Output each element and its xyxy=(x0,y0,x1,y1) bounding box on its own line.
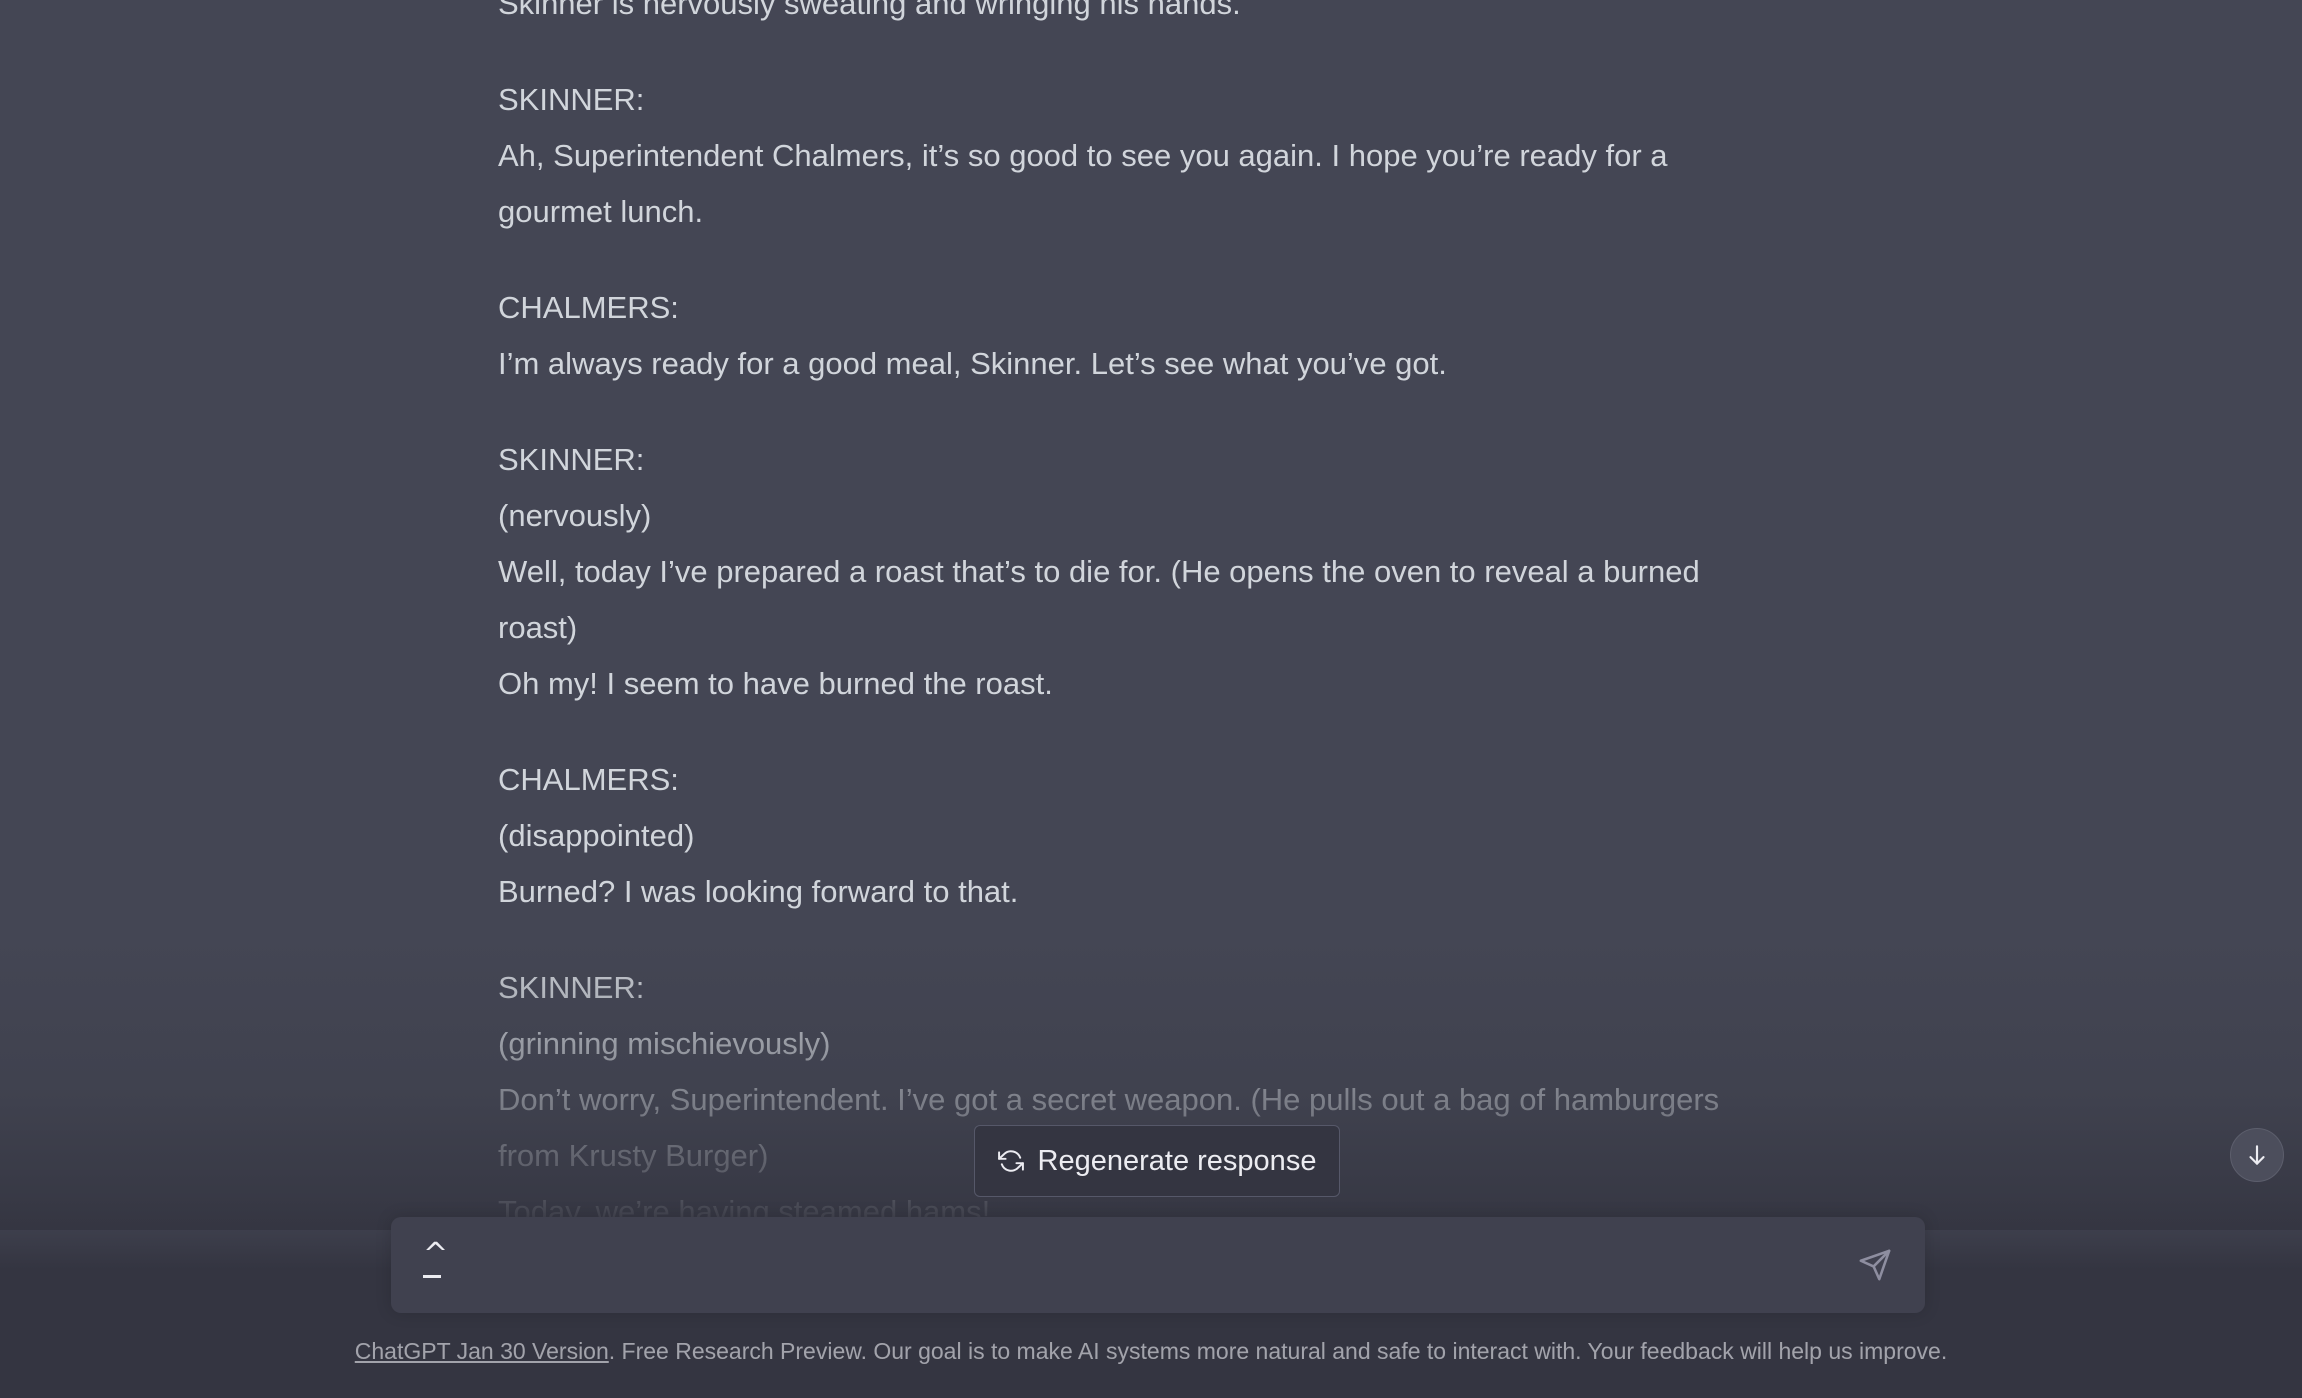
cursor-glyph: ^ xyxy=(423,1237,449,1272)
arrow-down-icon xyxy=(2249,1145,2265,1165)
speaker-label: SKINNER: xyxy=(498,82,645,117)
speaker-label: CHALMERS: xyxy=(498,762,679,797)
speaker-label: SKINNER: xyxy=(498,442,645,477)
stage-direction: (grinning mischievously) xyxy=(498,1026,831,1061)
footer-disclaimer: ChatGPT Jan 30 Version. Free Research Pr… xyxy=(0,1338,2302,1365)
message-paragraph: Skinner is nervously sweating and wringi… xyxy=(498,0,1828,32)
speaker-label: SKINNER: xyxy=(498,970,645,1005)
assistant-message: Skinner is nervously sweating and wringi… xyxy=(498,0,1828,1230)
message-paragraph: SKINNER: (nervously) Well, today I’ve pr… xyxy=(498,432,1828,712)
version-link[interactable]: ChatGPT Jan 30 Version xyxy=(355,1338,609,1364)
stage-direction: (disappointed) xyxy=(498,818,695,853)
conversation-area: Skinner is nervously sweating and wringi… xyxy=(0,0,2302,1230)
message-line: Don’t worry, Superintendent. I’ve got a … xyxy=(498,1082,1720,1117)
message-line: Skinner is nervously sweating and wringi… xyxy=(498,0,1241,21)
message-line: Well, today I’ve prepared a roast that’s… xyxy=(498,554,1700,589)
cursor-underline xyxy=(423,1275,441,1278)
message-line: Oh my! I seem to have burned the roast. xyxy=(498,666,1053,701)
speaker-label: CHALMERS: xyxy=(498,290,679,325)
message-line: Ah, Superintendent Chalmers, it’s so goo… xyxy=(498,138,1668,173)
regenerate-label: Regenerate response xyxy=(1037,1144,1317,1177)
scroll-to-bottom-button[interactable] xyxy=(2230,1128,2284,1182)
regenerate-response-button[interactable]: Regenerate response xyxy=(974,1125,1340,1197)
message-line: I’m always ready for a good meal, Skinne… xyxy=(498,346,1447,381)
message-paragraph: CHALMERS: I’m always ready for a good me… xyxy=(498,280,1828,392)
message-line: Burned? I was looking forward to that. xyxy=(498,874,1019,909)
stage-direction: (nervously) xyxy=(498,498,652,533)
message-input[interactable]: ^ xyxy=(391,1217,1925,1313)
text-cursor: ^ xyxy=(423,1240,448,1278)
message-paragraph: CHALMERS: (disappointed) Burned? I was l… xyxy=(498,752,1828,920)
refresh-icon xyxy=(997,1150,1024,1172)
send-icon xyxy=(1859,1249,1891,1281)
footer-text: . Free Research Preview. Our goal is to … xyxy=(608,1338,1948,1364)
message-paragraph: SKINNER: Ah, Superintendent Chalmers, it… xyxy=(498,72,1828,240)
send-button[interactable] xyxy=(1857,1247,1893,1283)
message-line: roast) xyxy=(498,610,578,645)
message-line: gourmet lunch. xyxy=(498,194,704,229)
